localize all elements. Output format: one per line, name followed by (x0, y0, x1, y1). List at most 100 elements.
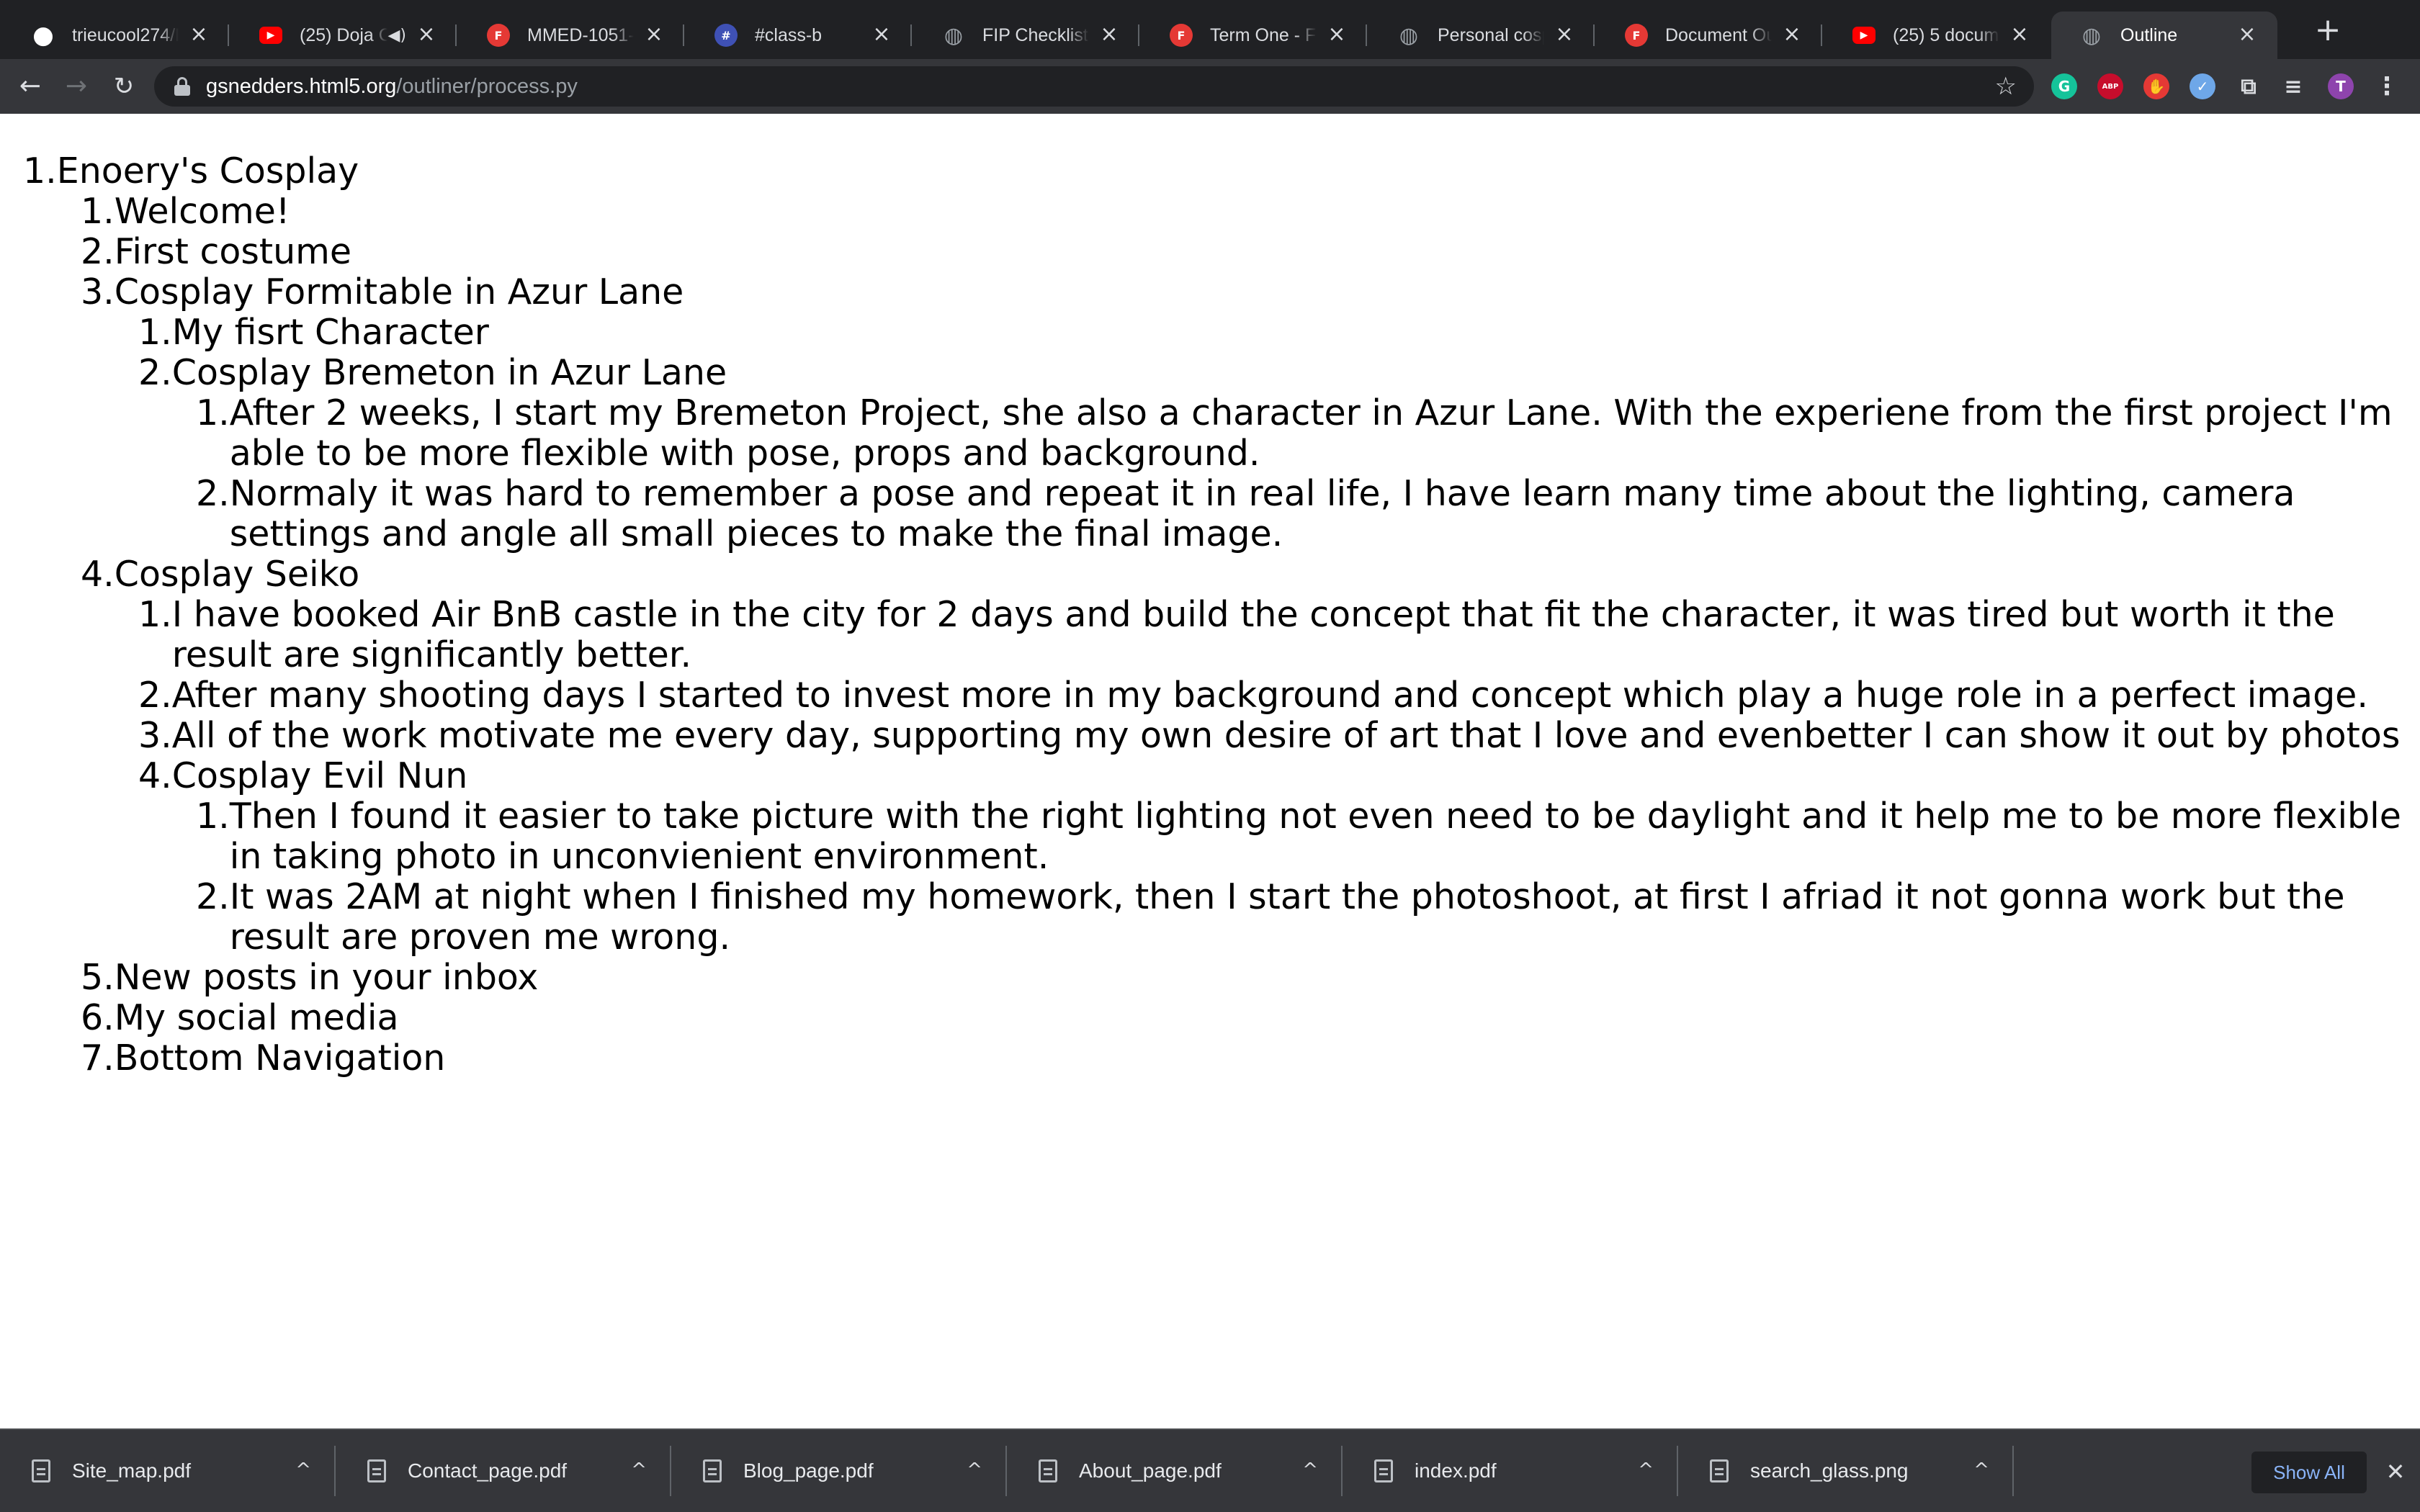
tab-separator (455, 24, 457, 46)
outline-heading[interactable]: All of the work motivate me every day, s… (172, 716, 2407, 756)
outline-item: 4. Cosplay Evil Nun 1. Then I found it ea… (138, 756, 2407, 958)
close-tab-icon[interactable]: × (870, 24, 893, 47)
download-item[interactable]: index.pdf ^ (1343, 1446, 1678, 1496)
github-icon: ● (32, 21, 54, 50)
outline-sublist: 1. Welcome! 2. First costume 3. Cosplay Fo… (81, 192, 2407, 1079)
outline-number: 5. (81, 957, 115, 998)
outline-item: 1. After 2 weeks, I start my Bremeton Pr… (196, 393, 2407, 474)
outline-heading[interactable]: Then I found it easier to take picture w… (230, 796, 2407, 877)
browser-tab[interactable]: ● trieucool274/Do × (3, 12, 229, 59)
download-filename: About_page.pdf (1079, 1459, 1222, 1482)
show-all-downloads-button[interactable]: Show All (2251, 1452, 2367, 1493)
outline-sublist: 1. I have booked Air BnB castle in the c… (138, 595, 2407, 958)
chevron-up-icon[interactable]: ^ (295, 1457, 311, 1483)
outline-heading[interactable]: First costume (115, 232, 2407, 272)
browser-tab[interactable]: # #class-b × (686, 12, 912, 59)
chevron-up-icon[interactable]: ^ (1638, 1457, 1654, 1483)
outline-item: 5. New posts in your inbox (81, 958, 2407, 998)
tab-title: FIP Checklist (982, 24, 1088, 45)
outline-heading[interactable]: Bottom Navigation (115, 1038, 2407, 1079)
close-tab-icon[interactable]: × (1325, 24, 1348, 47)
reading-list-icon[interactable]: ≡ (2280, 73, 2306, 99)
tab-title: (25) 5 document (1893, 24, 1999, 45)
extensions-puzzle-icon[interactable]: ⧉ (2236, 73, 2262, 99)
outline-heading[interactable]: It was 2AM at night when I finished my h… (230, 877, 2407, 958)
speaker-icon[interactable]: ◀) (387, 27, 406, 45)
chrome-menu-icon[interactable]: ⋮ (2374, 72, 2400, 101)
address-bar[interactable]: gsnedders.html5.org/outliner/process.py … (154, 66, 2034, 107)
outline-heading[interactable]: Cosplay Bremeton in Azur Lane (172, 353, 2407, 393)
outline-item: 1. Welcome! (81, 192, 2407, 232)
document-outline: 1. Enoery's Cosplay 1. Welcome! 2. First c… (23, 151, 2407, 1079)
profile-initial: T (2336, 78, 2346, 95)
url-text[interactable]: gsnedders.html5.org/outliner/process.py (206, 75, 578, 99)
grammarly-icon[interactable]: G (2051, 73, 2077, 99)
outline-item: 4. Cosplay Seiko 1. I have booked Air BnB… (81, 554, 2407, 958)
outline-number: 3. (138, 715, 172, 756)
browser-tab[interactable]: F MMED-1051-Cou × (458, 12, 684, 59)
outline-heading[interactable]: Enoery's Cosplay (57, 151, 2407, 192)
outline-sublist: 1. My fisrt Character 2. Cosplay Bremeton… (138, 312, 2407, 554)
globe-icon: ◍ (1399, 22, 1419, 48)
chevron-up-icon[interactable]: ^ (1302, 1457, 1318, 1483)
close-tab-icon[interactable]: × (415, 24, 438, 47)
outline-heading[interactable]: After 2 weeks, I start my Bremeton Proje… (230, 393, 2407, 474)
outline-heading[interactable]: Cosplay Evil Nun (172, 756, 2407, 796)
lock-icon[interactable] (174, 77, 190, 96)
close-tab-icon[interactable]: × (1098, 24, 1121, 47)
browser-tab[interactable]: ▶ (25) 5 document × (1824, 12, 2050, 59)
outline-heading[interactable]: Welcome! (115, 192, 2407, 232)
download-item[interactable]: Contact_page.pdf ^ (336, 1446, 671, 1496)
outline-item: 3. All of the work motivate me every day… (138, 716, 2407, 756)
outline-heading[interactable]: Normaly it was hard to remember a pose a… (230, 474, 2407, 554)
browser-tab[interactable]: ▶ (25) Doja Ca◀) × (230, 12, 457, 59)
outline-heading[interactable]: I have booked Air BnB castle in the city… (172, 595, 2407, 675)
forward-button[interactable]: → (59, 69, 94, 104)
outline-number: 2. (196, 473, 230, 514)
outline-heading[interactable]: My fisrt Character (172, 312, 2407, 353)
browser-tab[interactable]: ◍ FIP Checklist × (913, 12, 1139, 59)
close-tab-icon[interactable]: × (2236, 24, 2259, 47)
outline-item: 3. Cosplay Formitable in Azur Lane 1. My … (81, 272, 2407, 554)
outline-heading[interactable]: New posts in your inbox (115, 958, 2407, 998)
back-button[interactable]: ← (13, 69, 48, 104)
browser-tab[interactable]: ◍ Outline × (2051, 12, 2277, 59)
fol-icon: F (1625, 24, 1648, 47)
tab-title: #class-b (755, 24, 823, 45)
outline-item: 1. My fisrt Character (138, 312, 2407, 353)
file-icon (1039, 1459, 1057, 1482)
bookmark-star-icon[interactable]: ☆ (1995, 72, 2017, 101)
outline-heading[interactable]: Cosplay Seiko (115, 554, 2407, 595)
shield-check-icon[interactable]: ✓ (2190, 73, 2215, 99)
tab-separator (1593, 24, 1595, 46)
chevron-up-icon[interactable]: ^ (967, 1457, 982, 1483)
outline-heading[interactable]: Cosplay Formitable in Azur Lane (115, 272, 2407, 312)
adblock-icon[interactable]: ABP (2097, 73, 2123, 99)
close-tab-icon[interactable]: × (1553, 24, 1576, 47)
outline-number: 2. (138, 352, 172, 393)
outline-item: 2. It was 2AM at night when I finished m… (196, 877, 2407, 958)
close-download-bar-icon[interactable]: ✕ (2381, 1457, 2410, 1486)
tab-separator (683, 24, 684, 46)
download-item[interactable]: search_glass.png ^ (1678, 1446, 2014, 1496)
close-tab-icon[interactable]: × (2008, 24, 2031, 47)
outline-heading[interactable]: After many shooting days I started to in… (172, 675, 2407, 716)
download-item[interactable]: Site_map.pdf ^ (0, 1446, 336, 1496)
close-tab-icon[interactable]: × (187, 24, 210, 47)
download-item[interactable]: Blog_page.pdf ^ (671, 1446, 1007, 1496)
close-tab-icon[interactable]: × (1780, 24, 1803, 47)
browser-tab[interactable]: F Term One - FIP - × (1141, 12, 1367, 59)
outline-heading[interactable]: My social media (115, 998, 2407, 1038)
download-filename: search_glass.png (1750, 1459, 1909, 1482)
new-tab-button[interactable]: + (2313, 14, 2342, 46)
chevron-up-icon[interactable]: ^ (631, 1457, 647, 1483)
profile-avatar[interactable]: T (2328, 73, 2354, 99)
hand-stop-icon[interactable]: ✋ (2143, 73, 2169, 99)
close-tab-icon[interactable]: × (642, 24, 666, 47)
browser-tab[interactable]: F Document Outlin × (1596, 12, 1822, 59)
chevron-up-icon[interactable]: ^ (1973, 1457, 1989, 1483)
reload-button[interactable]: ↻ (107, 69, 141, 104)
download-item[interactable]: About_page.pdf ^ (1007, 1446, 1343, 1496)
browser-tab[interactable]: ◍ Personal cosplay × (1368, 12, 1595, 59)
tab-title: trieucool274/Do (72, 24, 179, 45)
